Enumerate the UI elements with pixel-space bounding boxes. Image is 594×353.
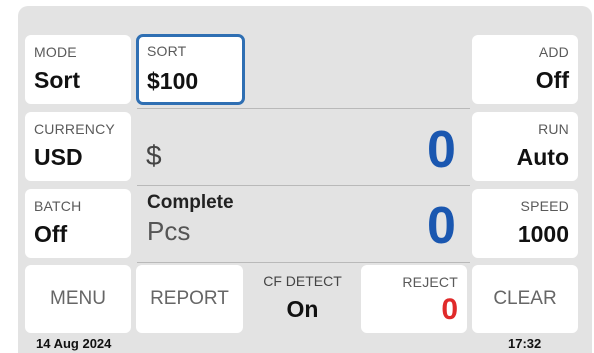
display-divider-middle xyxy=(137,185,470,186)
mode-tile[interactable]: MODE Sort xyxy=(25,35,131,104)
speed-label: SPEED xyxy=(520,198,569,214)
report-button[interactable]: REPORT xyxy=(136,265,243,333)
run-tile[interactable]: RUN Auto xyxy=(472,112,578,181)
display-divider-top xyxy=(137,108,470,109)
display-divider-bottom xyxy=(137,262,470,263)
report-button-label: REPORT xyxy=(150,288,229,309)
reject-count: 0 xyxy=(441,293,458,326)
reject-label: REJECT xyxy=(402,274,458,290)
status-text: Complete xyxy=(147,192,234,213)
menu-button-label: MENU xyxy=(50,288,106,309)
run-label: RUN xyxy=(538,121,569,137)
time-display: 17:32 xyxy=(508,336,542,351)
cf-detect-label: CF DETECT xyxy=(263,273,342,289)
clear-button[interactable]: CLEAR xyxy=(472,265,578,333)
currency-label: CURRENCY xyxy=(34,121,115,137)
add-label: ADD xyxy=(538,44,569,60)
mode-value: Sort xyxy=(34,67,80,93)
unit-text: Pcs xyxy=(147,216,191,246)
batch-tile[interactable]: BATCH Off xyxy=(25,189,131,258)
run-value: Auto xyxy=(516,144,569,170)
count-display: 0 xyxy=(427,197,456,255)
currency-value: USD xyxy=(34,144,83,170)
add-tile[interactable]: ADD Off xyxy=(472,35,578,104)
amount-display: 0 xyxy=(427,121,456,179)
sort-label: SORT xyxy=(147,43,187,59)
currency-symbol: $ xyxy=(146,140,162,171)
reject-tile[interactable]: REJECT 0 xyxy=(361,265,467,333)
sort-value: $100 xyxy=(147,68,199,94)
add-value: Off xyxy=(535,67,569,93)
sort-tile[interactable]: SORT $100 xyxy=(136,34,245,105)
clear-button-label: CLEAR xyxy=(493,288,557,309)
mode-label: MODE xyxy=(34,44,77,60)
cf-detect-value: On xyxy=(286,296,319,322)
date-display: 14 Aug 2024 xyxy=(36,336,112,351)
currency-tile[interactable]: CURRENCY USD xyxy=(25,112,131,181)
batch-label: BATCH xyxy=(34,198,82,214)
cf-detect-indicator: CF DETECT On xyxy=(250,273,355,323)
speed-tile[interactable]: SPEED 1000 xyxy=(472,189,578,258)
menu-button[interactable]: MENU xyxy=(25,265,131,333)
speed-value: 1000 xyxy=(517,221,569,247)
batch-value: Off xyxy=(34,221,68,247)
